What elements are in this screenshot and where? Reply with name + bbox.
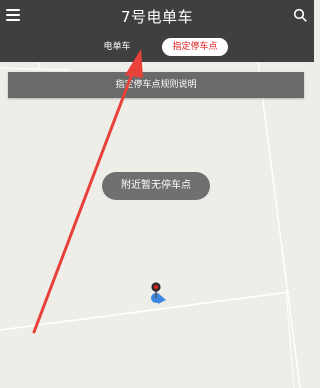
tab-electric-bikes[interactable]: 电单车 — [90, 38, 144, 56]
map-view[interactable] — [0, 62, 314, 388]
app-header: 7号电单车 电单车 指定停车点 — [0, 0, 314, 62]
map-roads — [0, 62, 301, 388]
no-parking-toast: 附近暂无停车点 — [102, 172, 210, 200]
tab-designated-parking[interactable]: 指定停车点 — [162, 38, 228, 56]
location-pin-icon — [151, 282, 166, 304]
search-icon[interactable] — [293, 8, 307, 22]
parking-rules-banner[interactable]: 指定停车点规则说明 — [8, 72, 304, 98]
page-title: 7号电单车 — [120, 8, 194, 26]
